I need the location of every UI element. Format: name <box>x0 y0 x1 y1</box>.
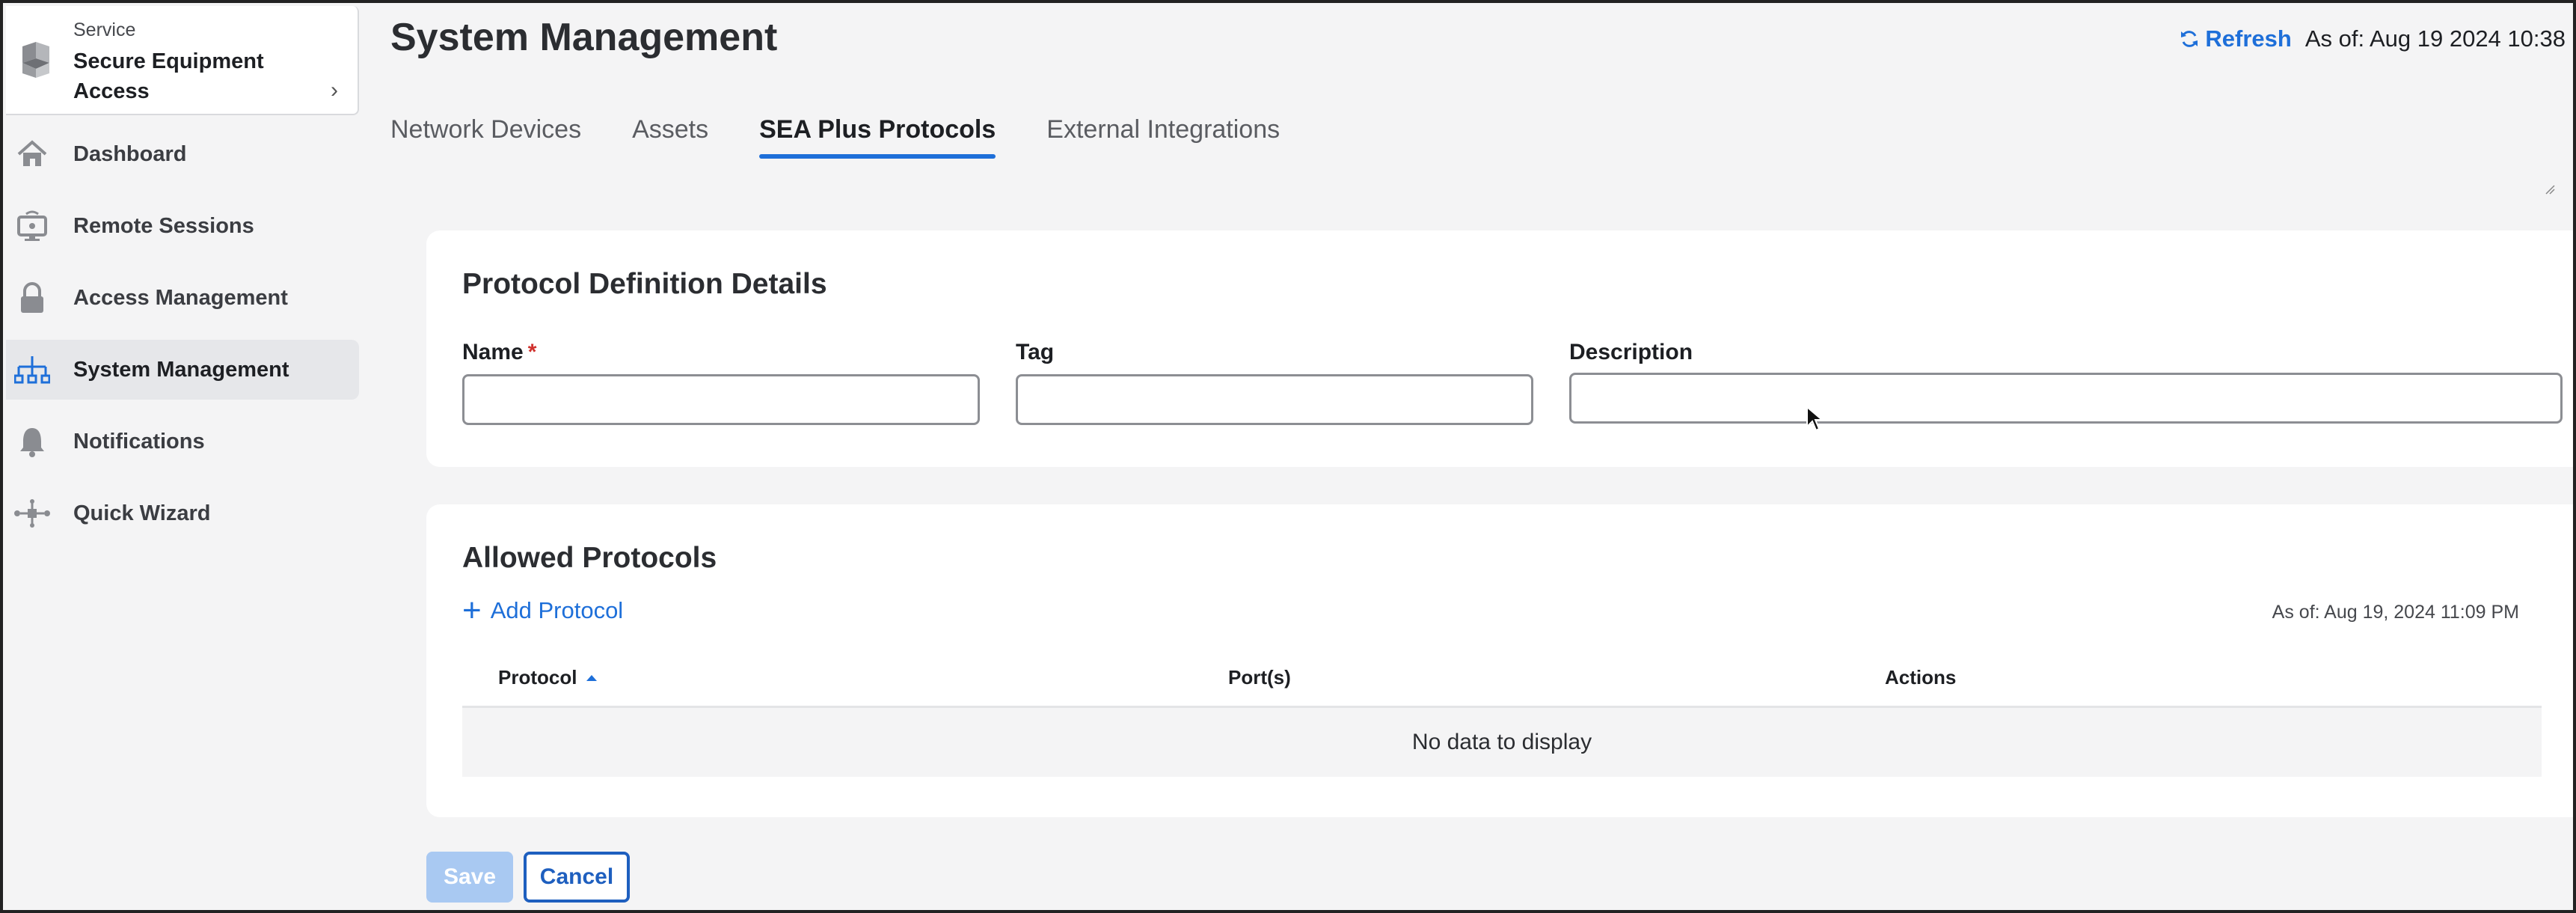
column-header-label: Actions <box>1885 666 1957 688</box>
add-protocol-label: Add Protocol <box>490 597 624 623</box>
network-tree-icon <box>13 353 51 386</box>
page-title: System Management <box>390 16 778 59</box>
chevron-right-icon: › <box>331 78 338 103</box>
sidebar-nav: Dashboard Remote Sessions Access Managem… <box>6 124 359 555</box>
remote-monitor-icon <box>13 210 51 242</box>
allowed-protocols-card: Allowed Protocols + Add Protocol As of: … <box>426 504 2573 817</box>
add-protocol-button[interactable]: + Add Protocol <box>462 592 624 629</box>
tag-label: Tag <box>1016 340 1055 364</box>
sidebar-item-label: System Management <box>73 357 289 382</box>
tab-bar: Network Devices Assets SEA Plus Protocol… <box>390 112 1331 165</box>
cancel-button[interactable]: Cancel <box>524 852 630 903</box>
column-header-label: Port(s) <box>1228 666 1291 688</box>
description-textarea[interactable] <box>1569 373 2563 424</box>
sidebar-item-remote-sessions[interactable]: Remote Sessions <box>6 196 359 256</box>
service-name: Secure Equipment Access <box>73 49 264 103</box>
tab-network-devices[interactable]: Network Devices <box>390 112 581 159</box>
column-header-actions: Actions <box>1885 666 1956 689</box>
tab-external-integrations[interactable]: External Integrations <box>1046 112 1280 159</box>
last-updated-text: As of: Aug 19 2024 10:38 <box>2304 25 2566 52</box>
sort-ascending-icon <box>586 674 598 681</box>
sidebar: Service Secure Equipment Access › Dashbo… <box>6 6 359 910</box>
plus-icon: + <box>462 592 482 629</box>
resize-grip-icon[interactable] <box>2545 184 2555 195</box>
app-window: Service Secure Equipment Access › Dashbo… <box>0 0 2576 913</box>
service-label: Service <box>73 19 136 40</box>
column-header-ports[interactable]: Port(s) <box>1228 666 1291 689</box>
sidebar-item-label: Access Management <box>73 285 288 310</box>
refresh-icon <box>2181 31 2198 47</box>
name-label: Name * <box>462 340 536 365</box>
save-button[interactable]: Save <box>426 852 513 903</box>
mouse-pointer-icon <box>1806 406 1824 432</box>
protocols-table: Protocol Port(s) Actions No data to disp… <box>462 651 2542 777</box>
column-header-label: Protocol <box>498 666 577 688</box>
refresh-label: Refresh <box>2205 25 2292 52</box>
tag-input[interactable] <box>1016 374 1533 425</box>
name-input[interactable] <box>462 374 980 425</box>
sidebar-item-dashboard[interactable]: Dashboard <box>6 124 359 184</box>
sidebar-item-label: Notifications <box>73 429 205 454</box>
service-logo-icon <box>22 42 49 78</box>
description-label: Description <box>1569 340 1693 364</box>
tab-assets[interactable]: Assets <box>632 112 708 159</box>
refresh-button[interactable]: Refresh <box>2180 25 2292 52</box>
protocol-definition-card: Protocol Definition Details Name * Tag De… <box>426 230 2573 467</box>
service-selector[interactable]: Service Secure Equipment Access › <box>6 6 359 115</box>
column-header-protocol[interactable]: Protocol <box>498 666 598 689</box>
sidebar-item-label: Quick Wizard <box>73 501 211 525</box>
sidebar-item-quick-wizard[interactable]: Quick Wizard <box>6 483 359 543</box>
sidebar-item-label: Dashboard <box>73 141 187 166</box>
sidebar-item-label: Remote Sessions <box>73 213 254 238</box>
card-title: Allowed Protocols <box>462 542 717 574</box>
table-last-updated-text: As of: Aug 19, 2024 11:09 PM <box>2272 602 2519 623</box>
wizard-flow-icon <box>13 497 51 530</box>
sidebar-item-system-management[interactable]: System Management <box>6 340 359 400</box>
card-title: Protocol Definition Details <box>462 268 827 300</box>
header-toolbar: Refresh As of: Aug 19 2024 10:38 <box>2180 25 2566 52</box>
table-empty-row: No data to display <box>462 708 2542 777</box>
required-asterisk: * <box>527 340 537 364</box>
sidebar-item-access-management[interactable]: Access Management <box>6 268 359 328</box>
name-label-text: Name <box>462 340 524 364</box>
lock-icon <box>13 281 51 314</box>
table-header: Protocol Port(s) Actions <box>462 651 2542 708</box>
tab-sea-plus-protocols[interactable]: SEA Plus Protocols <box>759 112 996 159</box>
bell-icon <box>13 425 51 458</box>
sidebar-item-notifications[interactable]: Notifications <box>6 412 359 471</box>
home-icon <box>13 138 51 171</box>
